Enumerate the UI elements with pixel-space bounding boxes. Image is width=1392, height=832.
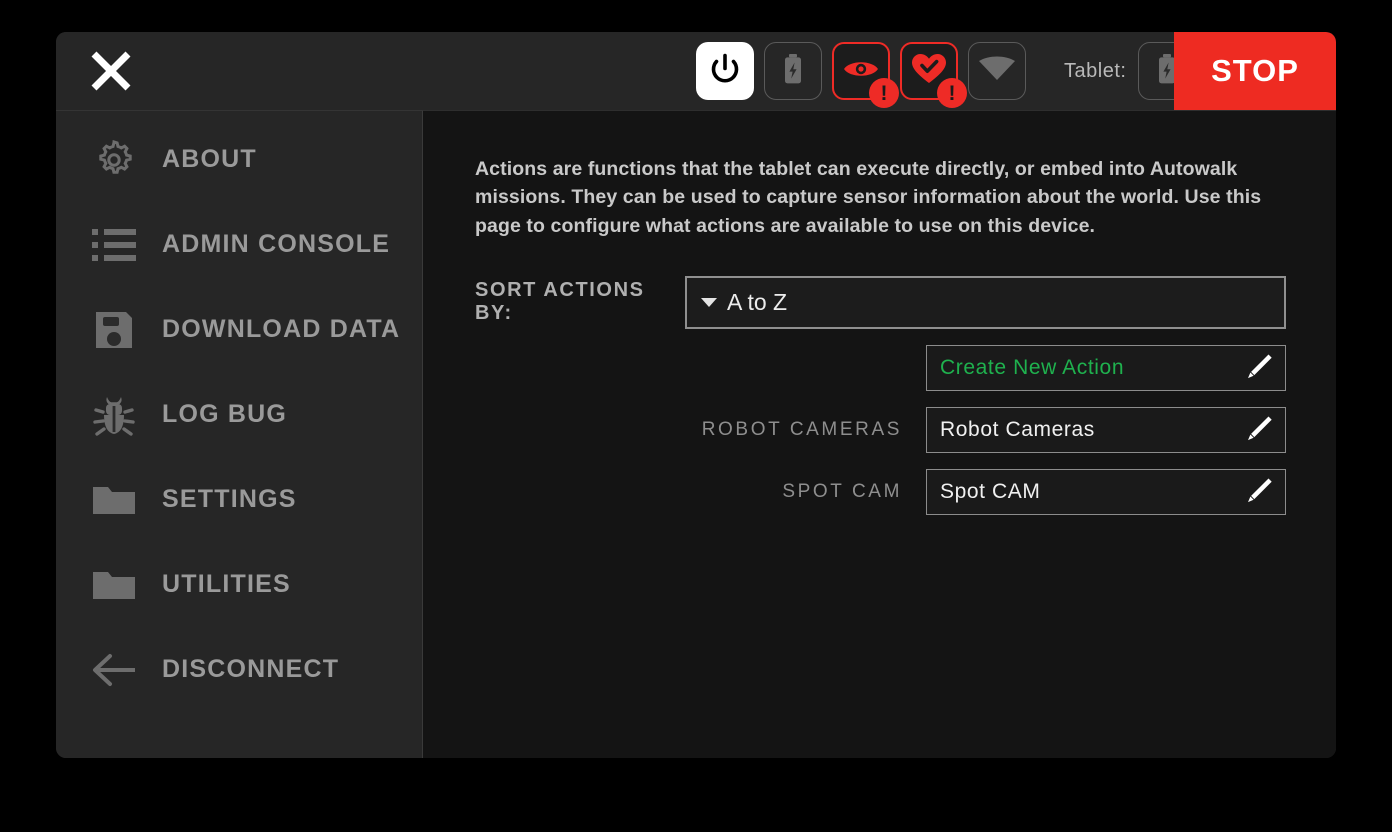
sort-actions-select[interactable]: A to Z: [685, 275, 1286, 329]
sidebar-item-label: UTILITIES: [162, 570, 291, 598]
sidebar-item-admin-console[interactable]: ADMIN CONSOLE: [56, 202, 422, 287]
sidebar-item-label: LOG BUG: [162, 400, 288, 428]
save-disk-icon: [78, 309, 150, 351]
sidebar-item-label: ABOUT: [162, 145, 257, 173]
action-button-label: Spot CAM: [940, 479, 1041, 503]
sidebar-item-utilities[interactable]: UTILITIES: [56, 542, 422, 627]
vision-status-button[interactable]: !: [832, 42, 899, 108]
gear-icon: [78, 137, 150, 183]
battery-charging-icon: [778, 52, 808, 91]
vision-alert-badge: !: [869, 78, 899, 108]
action-button-label: Robot Cameras: [940, 417, 1095, 441]
list-icon: [78, 228, 150, 262]
sidebar-item-download-data[interactable]: DOWNLOAD DATA: [56, 287, 422, 372]
top-bar: ! ! Tablet: STOP: [56, 32, 1336, 110]
bug-icon: [78, 393, 150, 437]
action-button-label: Create New Action: [940, 355, 1125, 379]
action-row: SPOT CAM Spot CAM: [475, 468, 1286, 515]
tablet-label: Tablet:: [1064, 59, 1127, 82]
close-button[interactable]: [56, 32, 166, 110]
sidebar-item-settings[interactable]: SETTINGS: [56, 457, 422, 542]
sidebar-item-about[interactable]: ABOUT: [56, 117, 422, 202]
sort-actions-label: SORT ACTIONS BY:: [475, 279, 645, 325]
app-window: ! ! Tablet: STOP ABOUT ADMIN CONSOLE DOW…: [56, 32, 1336, 758]
close-icon: [89, 49, 133, 93]
wifi-indicator[interactable]: [968, 42, 1026, 100]
sidebar-item-disconnect[interactable]: DISCONNECT: [56, 627, 422, 712]
action-list: Create New Action ROBOT CAMERAS Robot Ca…: [475, 344, 1286, 515]
sidebar-item-label: DOWNLOAD DATA: [162, 315, 401, 343]
stop-button[interactable]: STOP: [1174, 32, 1336, 110]
folder-icon: [78, 483, 150, 517]
sidebar-item-label: ADMIN CONSOLE: [162, 230, 391, 258]
robot-battery-indicator[interactable]: [764, 42, 822, 100]
create-new-action-button[interactable]: Create New Action: [926, 344, 1286, 391]
action-row: ROBOT CAMERAS Robot Cameras: [475, 406, 1286, 453]
sidebar: ABOUT ADMIN CONSOLE DOWNLOAD DATA LOG BU…: [56, 110, 422, 758]
pencil-icon[interactable]: [1241, 475, 1275, 509]
window-body: ABOUT ADMIN CONSOLE DOWNLOAD DATA LOG BU…: [56, 110, 1336, 758]
health-status-button[interactable]: !: [900, 42, 967, 108]
sidebar-item-label: DISCONNECT: [162, 655, 340, 683]
health-alert-badge: !: [937, 78, 967, 108]
sort-actions-value: A to Z: [727, 288, 788, 315]
wifi-icon: [978, 56, 1016, 87]
action-row-label: ROBOT CAMERAS: [701, 418, 902, 440]
sidebar-item-label: SETTINGS: [162, 485, 297, 513]
spot-cam-action-button[interactable]: Spot CAM: [926, 468, 1286, 515]
robot-cameras-action-button[interactable]: Robot Cameras: [926, 406, 1286, 453]
power-icon: [708, 52, 742, 91]
power-button[interactable]: [696, 42, 754, 100]
folder-icon: [78, 568, 150, 602]
pencil-icon[interactable]: [1241, 351, 1275, 385]
action-row-label: SPOT CAM: [782, 480, 902, 502]
status-indicator-cluster: ! ! Tablet:: [696, 32, 1197, 110]
main-content: Actions are functions that the tablet ca…: [422, 110, 1336, 758]
sidebar-item-log-bug[interactable]: LOG BUG: [56, 372, 422, 457]
actions-description: Actions are functions that the tablet ca…: [475, 158, 1262, 237]
action-row: Create New Action: [475, 344, 1286, 391]
pencil-icon[interactable]: [1241, 413, 1275, 447]
chevron-down-icon: [701, 297, 717, 307]
arrow-left-icon: [78, 652, 150, 688]
sort-actions-row: SORT ACTIONS BY: A to Z: [475, 275, 1286, 329]
